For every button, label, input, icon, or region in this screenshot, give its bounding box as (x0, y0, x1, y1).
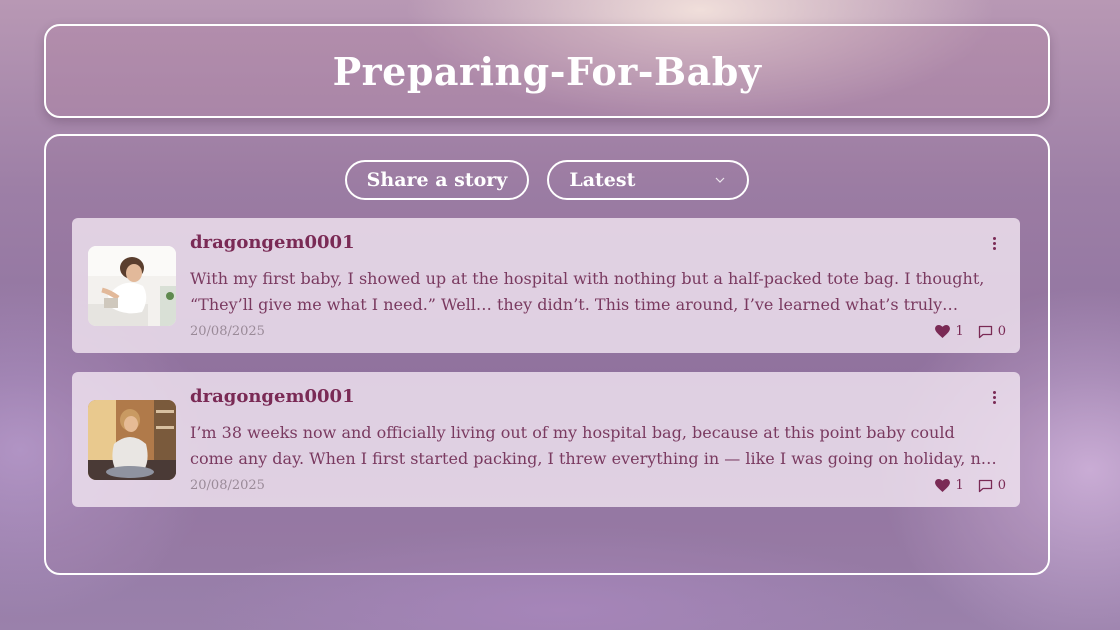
post-date: 20/08/2025 (190, 324, 265, 339)
page-title: Preparing-For-Baby (332, 48, 762, 94)
comment-icon (978, 325, 992, 338)
post-date: 20/08/2025 (190, 478, 265, 493)
feed-panel: Share a story Latest dragongem0001 With … (44, 134, 1050, 575)
like-count: 1 (955, 478, 964, 493)
more-vertical-icon[interactable] (988, 234, 1000, 252)
comment-button[interactable]: 0 (978, 478, 1006, 493)
post-stats: 1 0 (935, 478, 1006, 493)
post-thumbnail[interactable] (88, 246, 176, 326)
post-thumbnail[interactable] (88, 400, 176, 480)
more-vertical-icon[interactable] (988, 388, 1000, 406)
post-author[interactable]: dragongem0001 (190, 232, 355, 253)
post-excerpt[interactable]: I’m 38 weeks now and officially living o… (190, 420, 1002, 472)
like-button[interactable]: 1 (935, 324, 964, 339)
post-stats: 1 0 (935, 324, 1006, 339)
sort-dropdown[interactable]: Latest (547, 160, 750, 200)
comment-button[interactable]: 0 (978, 324, 1006, 339)
sort-dropdown-value: Latest (569, 169, 636, 191)
like-button[interactable]: 1 (935, 478, 964, 493)
heart-icon (935, 325, 951, 338)
post-author[interactable]: dragongem0001 (190, 386, 355, 407)
post-excerpt[interactable]: With my first baby, I showed up at the h… (190, 266, 1002, 318)
post-card[interactable]: dragongem0001 I’m 38 weeks now and offic… (72, 372, 1020, 507)
comment-count: 0 (997, 478, 1006, 493)
heart-icon (935, 479, 951, 492)
comment-count: 0 (997, 324, 1006, 339)
feed-toolbar: Share a story Latest (46, 160, 1048, 200)
share-story-button[interactable]: Share a story (344, 160, 530, 200)
chevron-down-icon (715, 177, 725, 183)
comment-icon (978, 479, 992, 492)
header-card: Preparing-For-Baby (44, 24, 1050, 118)
post-card[interactable]: dragongem0001 With my first baby, I show… (72, 218, 1020, 353)
like-count: 1 (955, 324, 964, 339)
